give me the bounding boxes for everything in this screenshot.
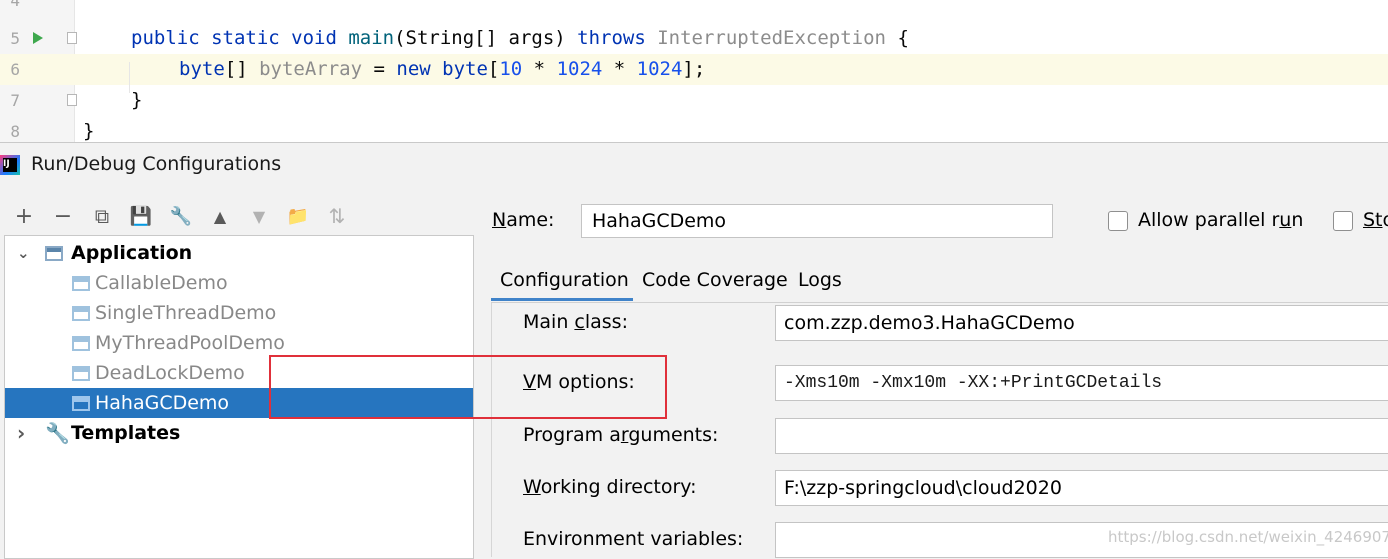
plus-icon[interactable]: +	[10, 201, 38, 231]
tree-label: MyThreadPoolDemo	[95, 332, 285, 354]
code-line-8: 8 }	[0, 116, 1388, 142]
tree-node-templates[interactable]: › 🔧 Templates	[5, 418, 473, 448]
code-text: public static void main(String[] args) t…	[131, 27, 909, 49]
run-config-icon	[72, 336, 90, 351]
copy-icon[interactable]: ⧉	[88, 201, 116, 231]
main-class-input[interactable]: com.zzp.demo3.HahaGCDemo	[775, 305, 1388, 341]
name-input[interactable]: HahaGCDemo	[581, 204, 1053, 238]
run-config-icon	[72, 366, 90, 381]
allow-parallel-run-label: Allow parallel run	[1138, 209, 1304, 231]
arrow-down-icon[interactable]: ▼	[245, 201, 273, 231]
code-line-7: 7 }	[0, 85, 1388, 116]
minus-icon[interactable]: −	[49, 201, 77, 231]
working-directory-input[interactable]: F:\zzp-springcloud\cloud2020	[775, 470, 1388, 506]
code-line-4: 4	[0, 0, 1388, 16]
line-number: 6	[10, 60, 20, 79]
main-class-label: Main class:	[523, 311, 628, 333]
working-directory-label: Working directory:	[523, 476, 697, 498]
run-config-icon	[72, 276, 90, 291]
tab-logs[interactable]: Logs	[798, 261, 842, 301]
code-text: }	[131, 89, 143, 111]
tree-label: Templates	[71, 422, 181, 444]
chevron-right-icon[interactable]: ›	[17, 418, 31, 448]
folder-add-icon[interactable]: 📁	[284, 201, 312, 231]
tree-node-application[interactable]: ⌄ Application	[5, 238, 473, 268]
save-icon[interactable]: 💾	[127, 201, 155, 231]
code-line-5: 5 public static void main(String[] args)…	[0, 23, 1388, 54]
run-gutter-icon[interactable]	[33, 32, 43, 44]
tree-item[interactable]: SingleThreadDemo	[5, 298, 473, 328]
line-number: 7	[10, 91, 20, 110]
code-text: byte[] byteArray = new byte[10 * 1024 * …	[179, 58, 706, 80]
environment-variables-label: Environment variables:	[523, 528, 744, 550]
vm-options-highlight-box	[269, 355, 667, 419]
watermark: https://blog.csdn.net/weixin_42469070	[1108, 528, 1388, 546]
tree-label: HahaGCDemo	[95, 392, 230, 414]
dialog-title: Run/Debug Configurations	[31, 153, 282, 175]
fold-icon[interactable]	[67, 32, 77, 44]
store-as-file-label: Sto	[1363, 209, 1388, 231]
program-arguments-input[interactable]	[775, 418, 1388, 454]
sort-icon[interactable]: ⇅	[323, 201, 351, 231]
application-icon	[45, 246, 63, 261]
intellij-logo-icon: IJ	[0, 155, 20, 175]
chevron-down-icon[interactable]: ⌄	[17, 238, 31, 268]
tab-configuration[interactable]: Configuration	[491, 261, 633, 301]
tree-label: DeadLockDemo	[95, 362, 245, 384]
tree-item[interactable]: MyThreadPoolDemo	[5, 328, 473, 358]
wrench-icon: 🔧	[45, 421, 70, 445]
arrow-up-icon[interactable]: ▲	[206, 201, 234, 231]
run-config-icon	[72, 396, 90, 411]
tree-label: SingleThreadDemo	[95, 302, 277, 324]
configuration-panel: Main class: com.zzp.demo3.HahaGCDemo VM …	[491, 303, 1388, 558]
vm-options-input[interactable]: -Xms10m -Xmx10m -XX:+PrintGCDetails	[775, 365, 1388, 401]
allow-parallel-run-checkbox[interactable]	[1108, 211, 1128, 231]
run-config-icon	[72, 306, 90, 321]
code-editor[interactable]: 4 5 public static void main(String[] arg…	[0, 0, 1388, 142]
store-as-file-checkbox[interactable]	[1333, 211, 1353, 231]
name-label: Name:	[492, 209, 555, 231]
line-number: 4	[10, 0, 20, 10]
tree-item[interactable]: CallableDemo	[5, 268, 473, 298]
code-line-6: 6 byte[] byteArray = new byte[10 * 1024 …	[0, 54, 1388, 85]
line-number: 5	[10, 29, 20, 48]
dialog-titlebar[interactable]: IJ Run/Debug Configurations	[0, 143, 1388, 189]
program-arguments-label: Program arguments:	[523, 424, 719, 446]
tree-label: Application	[71, 242, 193, 264]
run-debug-dialog: IJ Run/Debug Configurations + − ⧉ 💾 🔧 ▲ …	[0, 142, 1388, 559]
fold-icon[interactable]	[67, 94, 77, 106]
line-number: 8	[10, 122, 20, 141]
wrench-icon[interactable]: 🔧	[167, 201, 195, 231]
code-text: }	[83, 120, 95, 142]
tab-code-coverage[interactable]: Code Coverage	[642, 261, 788, 301]
tree-label: CallableDemo	[95, 272, 228, 294]
